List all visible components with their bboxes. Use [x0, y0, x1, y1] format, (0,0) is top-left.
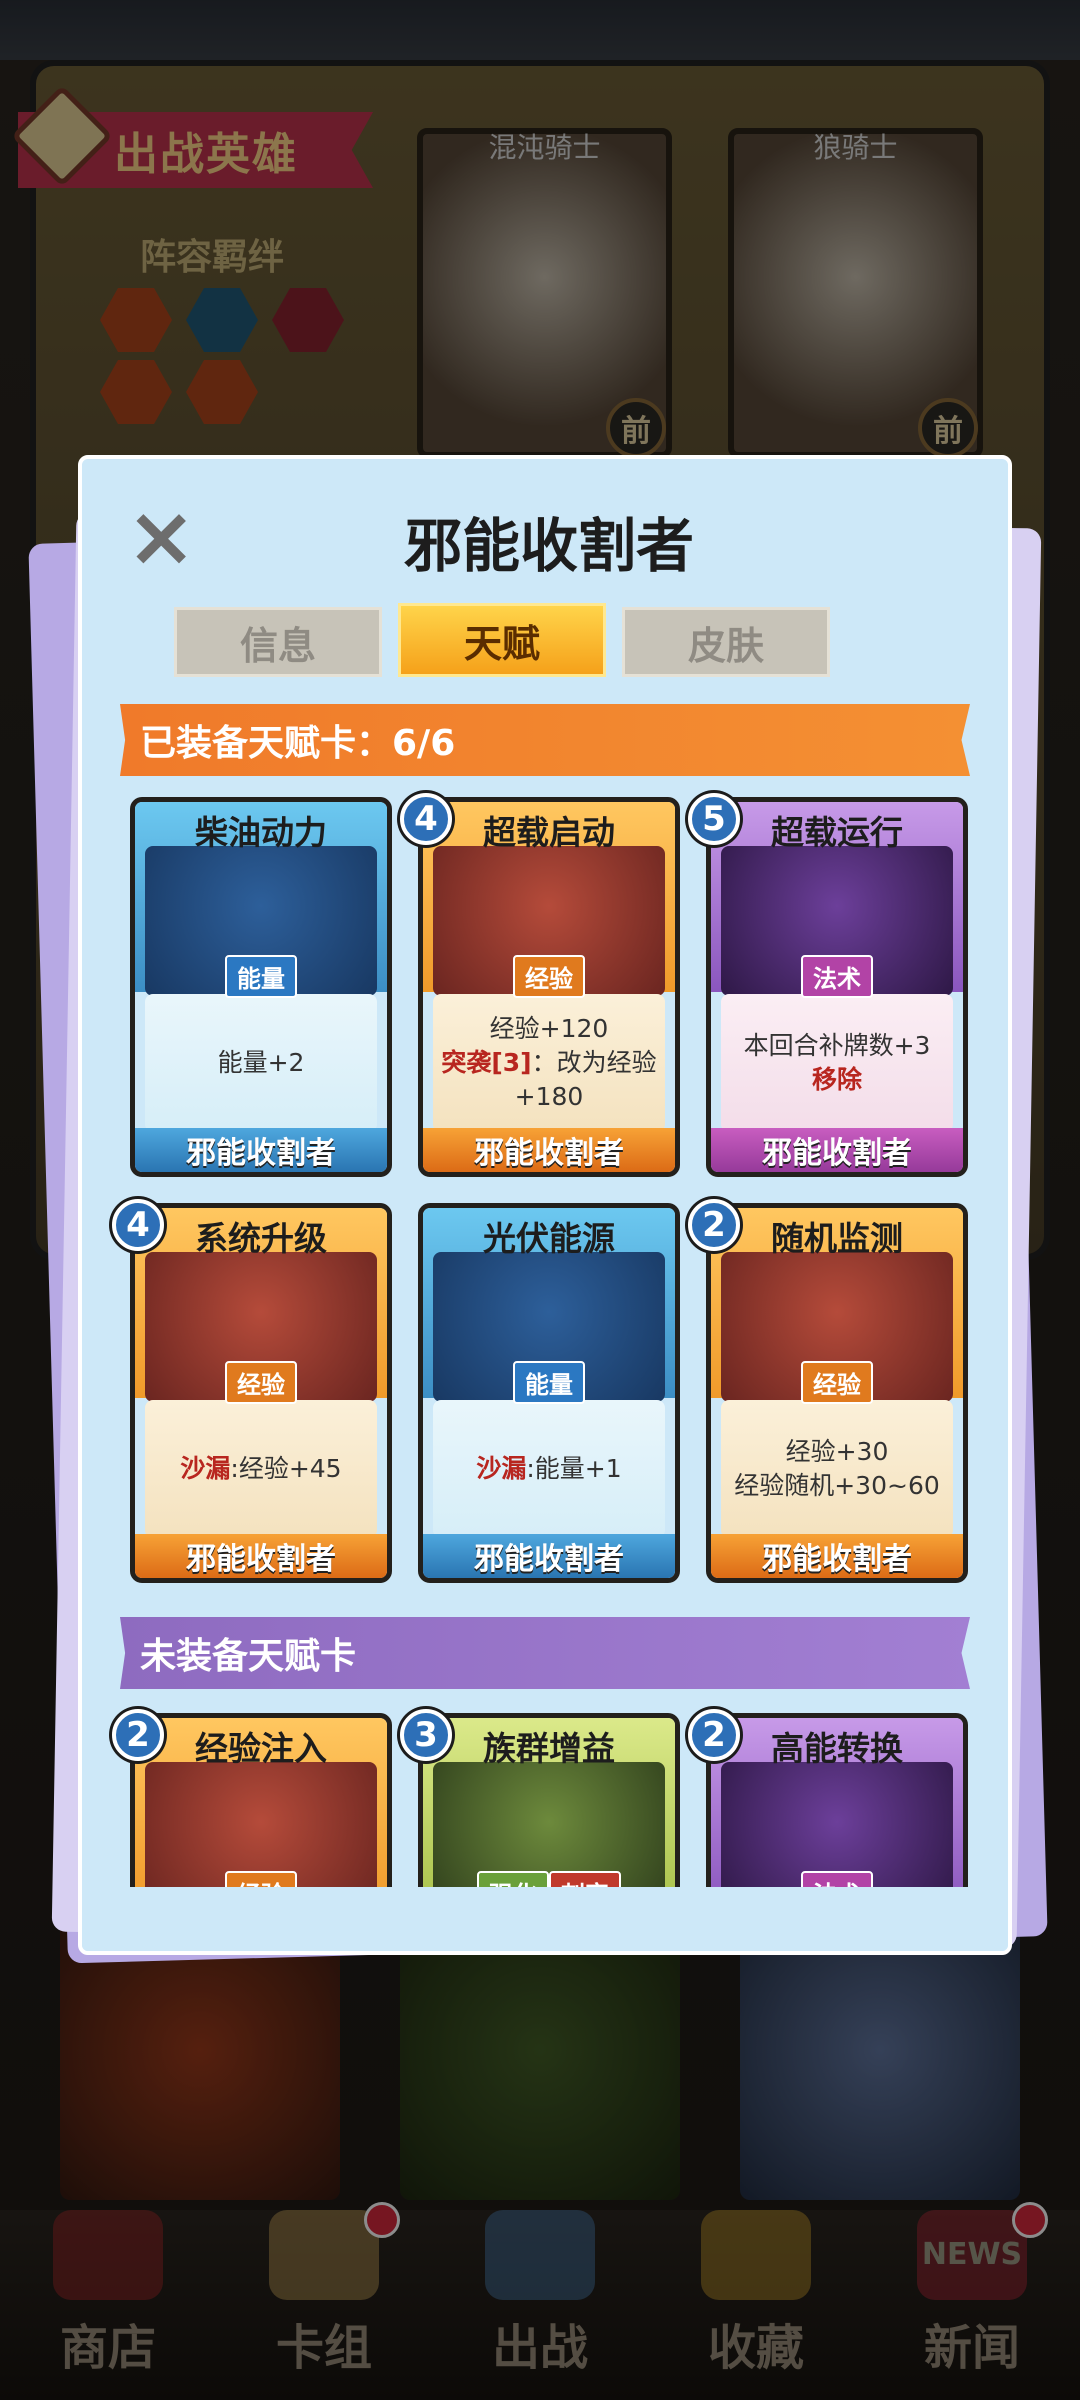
modal-title: 邪能收割者	[403, 512, 694, 580]
talent-card[interactable]: 柴油动力 能量 能量+2 邪能收割者	[130, 797, 392, 1177]
cost-badge: 4	[400, 793, 452, 845]
cost-badge: 5	[688, 793, 740, 845]
cost-badge: 2	[688, 1199, 740, 1251]
talent-card[interactable]: 族群增益 强化 刺客	[418, 1713, 680, 1887]
card-owner: 邪能收割者	[423, 1128, 675, 1172]
card-owner: 邪能收割者	[423, 1534, 675, 1578]
card-type-tag: 能量	[513, 1361, 585, 1404]
modal-tabs: 信息 天赋 皮肤	[174, 603, 830, 677]
card-type-tag: 法术	[801, 1871, 873, 1887]
talent-card[interactable]: 光伏能源 能量 沙漏:能量+1 邪能收割者	[418, 1203, 680, 1583]
card-owner: 邪能收割者	[135, 1128, 387, 1172]
card-name: 经验注入	[195, 1729, 327, 1768]
modal-bottom-edge	[82, 1887, 1008, 1951]
cost-badge: 3	[400, 1709, 452, 1761]
card-type-tag: 经验	[225, 1361, 297, 1404]
card-name: 系统升级	[195, 1219, 327, 1258]
talent-card[interactable]: 超载运行 法术 本回合补牌数+3 移除 邪能收割者	[706, 797, 968, 1177]
talent-modal: × 邪能收割者 信息 天赋 皮肤 已装备天赋卡：6/6 柴油动力 能量 能量+2…	[78, 455, 1012, 1955]
talent-card[interactable]: 随机监测 经验 经验+30 经验随机+30~60 邪能收割者	[706, 1203, 968, 1583]
tribe-banner-icon	[433, 1762, 665, 1887]
card-name: 柴油动力	[195, 813, 327, 852]
card-description: 能量+2	[145, 994, 377, 1132]
golden-hands-icon	[145, 1762, 377, 1887]
card-description: 沙漏:经验+45	[145, 1400, 377, 1538]
card-name: 光伏能源	[483, 1219, 615, 1258]
card-type-tag: 刺客	[549, 1871, 621, 1887]
card-owner: 邪能收割者	[711, 1128, 963, 1172]
card-type-tag: 经验	[801, 1361, 873, 1404]
tab-info[interactable]: 信息	[174, 607, 382, 677]
talent-card[interactable]: 系统升级 经验 沙漏:经验+45 邪能收割者	[130, 1203, 392, 1583]
card-description: 经验+120 突袭[3]：改为经验+180	[433, 994, 665, 1132]
dice-energy-icon	[721, 1762, 953, 1887]
tab-talent[interactable]: 天赋	[398, 603, 606, 677]
card-name: 超载运行	[771, 813, 903, 852]
card-name: 随机监测	[771, 1219, 903, 1258]
cost-badge: 4	[112, 1199, 164, 1251]
card-description: 本回合补牌数+3 移除	[721, 994, 953, 1132]
card-name: 高能转换	[771, 1729, 903, 1768]
card-name: 超载启动	[483, 813, 615, 852]
talent-card[interactable]: 超载启动 经验 经验+120 突袭[3]：改为经验+180 邪能收割者	[418, 797, 680, 1177]
talent-card[interactable]: 高能转换 法术	[706, 1713, 968, 1887]
card-owner: 邪能收割者	[711, 1534, 963, 1578]
equipped-section-header: 已装备天赋卡：6/6	[120, 704, 970, 776]
cost-badge: 2	[112, 1709, 164, 1761]
tab-skin[interactable]: 皮肤	[622, 607, 830, 677]
card-type-tag: 强化	[477, 1871, 549, 1887]
card-type-tag: 经验	[513, 955, 585, 998]
card-type-tag: 法术	[801, 955, 873, 998]
card-owner: 邪能收割者	[135, 1534, 387, 1578]
talent-card[interactable]: 经验注入 经验	[130, 1713, 392, 1887]
card-description: 经验+30 经验随机+30~60	[721, 1400, 953, 1538]
cost-badge: 2	[688, 1709, 740, 1761]
card-type-tag: 能量	[225, 955, 297, 998]
card-description: 沙漏:能量+1	[433, 1400, 665, 1538]
card-type-tag: 经验	[225, 1871, 297, 1887]
unequipped-section-header: 未装备天赋卡	[120, 1617, 970, 1689]
card-name: 族群增益	[483, 1729, 615, 1768]
